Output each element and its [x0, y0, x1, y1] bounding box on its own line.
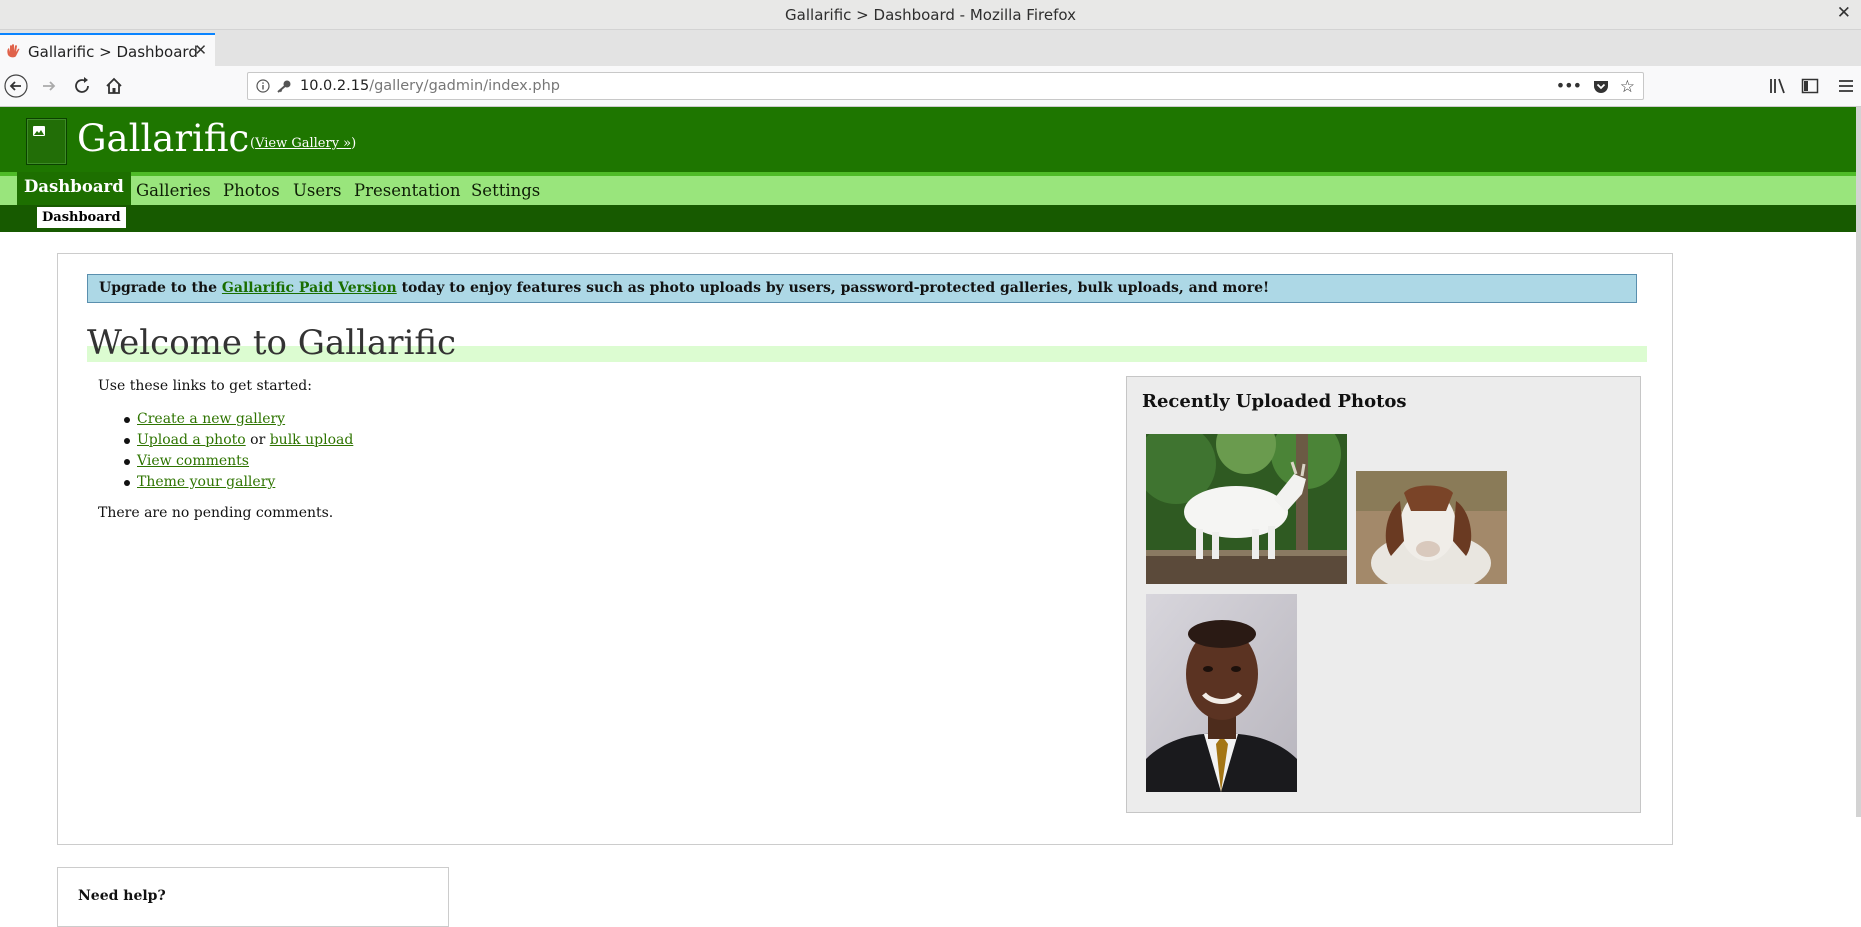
help-title: Need help?	[78, 888, 166, 904]
intro-text: Use these links to get started:	[98, 378, 312, 394]
or-text: or	[245, 432, 270, 448]
url-text[interactable]: 10.0.2.15/gallery/gadmin/index.php	[300, 78, 560, 94]
notice-prefix: Upgrade to the	[99, 280, 222, 296]
bulk-upload-link[interactable]: bulk upload	[270, 432, 354, 448]
gallery-logo-icon	[26, 118, 67, 165]
create-gallery-link[interactable]: Create a new gallery	[137, 411, 285, 427]
notice-suffix: today to enjoy features such as photo up…	[396, 280, 1270, 296]
photo-thumbnail-man-portrait[interactable]	[1146, 594, 1297, 792]
hand-favicon-icon	[7, 44, 20, 58]
recent-photos-title: Recently Uploaded Photos	[1142, 391, 1407, 412]
url-path: /gallery/gadmin/index.php	[369, 78, 560, 94]
info-icon[interactable]	[256, 79, 270, 93]
list-item: Theme your gallery	[124, 472, 353, 493]
menu-item-galleries[interactable]: Galleries	[136, 181, 211, 200]
window-close-icon[interactable]: ✕	[1837, 3, 1851, 23]
tab-bar: Gallarific > Dashboard ✕ +	[0, 30, 1861, 89]
list-item: View comments	[124, 451, 353, 472]
paid-version-link[interactable]: Gallarific Paid Version	[222, 280, 397, 296]
menu-item-presentation[interactable]: Presentation	[354, 181, 461, 200]
theme-gallery-link[interactable]: Theme your gallery	[137, 474, 275, 490]
menu-item-settings[interactable]: Settings	[471, 181, 540, 200]
upgrade-notice: Upgrade to the Gallarific Paid Version t…	[87, 274, 1637, 303]
photo-thumbnail-white-goat[interactable]	[1146, 434, 1347, 584]
hamburger-menu-icon[interactable]	[1836, 76, 1856, 96]
key-icon[interactable]	[276, 79, 292, 93]
sub-menu: Dashboard	[0, 205, 1856, 232]
view-gallery: (View Gallery »)	[250, 136, 356, 151]
window-title: Gallarific > Dashboard - Mozilla Firefox	[785, 6, 1076, 24]
site-header: Gallarific (View Gallery »)	[0, 107, 1856, 172]
browser-tab[interactable]: Gallarific > Dashboard ✕	[0, 33, 215, 66]
tab-label: Gallarific > Dashboard	[28, 43, 198, 61]
main-menu: Dashboard Galleries Photos Users Present…	[0, 172, 1856, 205]
list-item: Create a new gallery	[124, 409, 353, 430]
menu-item-users[interactable]: Users	[293, 181, 342, 200]
navigation-toolbar: 10.0.2.15/gallery/gadmin/index.php ••• ☆	[0, 66, 1861, 107]
page-scrollbar[interactable]	[1856, 107, 1861, 817]
pocket-icon[interactable]	[1593, 79, 1609, 94]
pending-comments-text: There are no pending comments.	[98, 505, 334, 521]
menu-item-dashboard[interactable]: Dashboard	[17, 172, 131, 205]
photo-thumbnail-brown-goat[interactable]	[1356, 471, 1507, 584]
page-heading: Welcome to Gallarific	[87, 323, 457, 363]
bullet-icon	[124, 459, 130, 465]
view-gallery-paren-close: )	[351, 136, 357, 151]
bullet-icon	[124, 417, 130, 423]
site-title: Gallarific	[77, 117, 250, 160]
reload-icon[interactable]	[70, 74, 94, 98]
home-icon[interactable]	[102, 74, 126, 98]
page-actions-icon[interactable]: •••	[1556, 76, 1582, 95]
url-bar[interactable]: 10.0.2.15/gallery/gadmin/index.php ••• ☆	[247, 72, 1644, 100]
window-titlebar: Gallarific > Dashboard - Mozilla Firefox…	[0, 0, 1861, 30]
sidebar-icon[interactable]	[1800, 76, 1820, 96]
library-icon[interactable]	[1768, 76, 1788, 96]
image-icon	[33, 126, 45, 136]
tab-close-icon[interactable]: ✕	[194, 41, 207, 59]
view-gallery-link[interactable]: View Gallery »	[255, 136, 351, 151]
view-comments-link[interactable]: View comments	[137, 453, 249, 469]
list-item: Upload a photo or bulk upload	[124, 430, 354, 451]
bookmark-star-icon[interactable]: ☆	[1620, 77, 1635, 97]
bullet-icon	[124, 480, 130, 486]
bullet-icon	[124, 438, 130, 444]
menu-item-photos[interactable]: Photos	[223, 181, 280, 200]
back-arrow-icon[interactable]	[4, 74, 28, 98]
upload-photo-link[interactable]: Upload a photo	[137, 432, 246, 448]
url-host: 10.0.2.15	[300, 78, 370, 94]
forward-arrow-icon[interactable]	[37, 74, 61, 98]
submenu-item-dashboard[interactable]: Dashboard	[37, 207, 126, 228]
getting-started-links: Create a new gallery Upload a photo or b…	[124, 409, 354, 493]
